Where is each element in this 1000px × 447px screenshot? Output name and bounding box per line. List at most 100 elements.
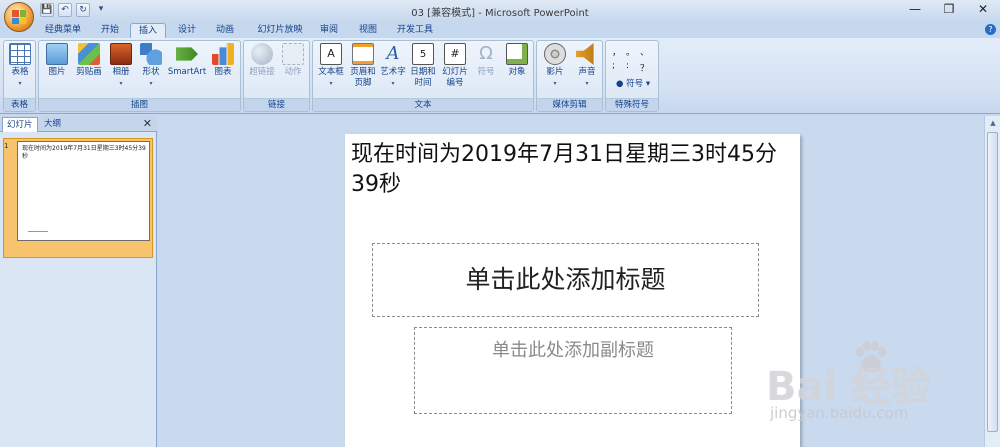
- dropdown-arrow-icon: ▾: [585, 80, 589, 87]
- wordart-icon: A: [386, 43, 400, 64]
- action-label: 动作: [284, 67, 302, 77]
- datetime-button[interactable]: 5 日期和 时间: [409, 43, 437, 89]
- ribbon: 表格 ▾ 表格 图片 剪贴画 相册 ▾ 形状 ▾ SmartArt 图表 插图 …: [0, 38, 1000, 114]
- movie-button[interactable]: 影片 ▾: [541, 43, 569, 89]
- picture-label: 图片: [48, 67, 66, 77]
- tab-slideshow[interactable]: 幻灯片放映: [252, 23, 308, 38]
- help-icon[interactable]: ?: [985, 24, 996, 35]
- smartart-label: SmartArt: [167, 67, 207, 77]
- chart-button[interactable]: 图表: [211, 43, 235, 78]
- chart-label: 图表: [214, 67, 232, 77]
- slide-number: 1: [4, 142, 9, 150]
- panel-close-icon[interactable]: ✕: [143, 117, 152, 130]
- window-controls: — ❐ ✕: [898, 0, 1000, 20]
- office-logo-icon: [12, 10, 26, 24]
- group-media: 影片 ▾ 声音 ▾ 媒体剪辑: [536, 40, 603, 112]
- group-links: 超链接 动作 链接: [243, 40, 310, 112]
- slide-body-text[interactable]: 现在时间为2019年7月31日星期三3时45分39秒: [351, 140, 781, 200]
- slide[interactable]: 现在时间为2019年7月31日星期三3时45分39秒 单击此处添加标题 单击此处…: [345, 134, 800, 447]
- object-icon: [506, 43, 528, 65]
- speaker-icon: [576, 43, 594, 65]
- header-footer-button[interactable]: 页眉和 页脚: [348, 43, 378, 89]
- close-button[interactable]: ✕: [966, 0, 1000, 20]
- picture-icon: [46, 43, 68, 65]
- wordart-label: 艺术字: [380, 67, 406, 77]
- tab-developer[interactable]: 开发工具: [388, 23, 442, 38]
- tab-outline[interactable]: 大纲: [40, 117, 65, 132]
- sound-button[interactable]: 声音 ▾: [573, 43, 601, 89]
- symbol-label: 符号: [477, 67, 495, 77]
- dropdown-arrow-icon: ▾: [18, 80, 22, 87]
- special-char-question[interactable]: ？: [640, 61, 654, 74]
- clipart-button[interactable]: 剪贴画: [74, 43, 104, 78]
- tab-classic-menu[interactable]: 经典菜单: [38, 23, 88, 38]
- table-icon: [9, 43, 31, 65]
- tab-review[interactable]: 审阅: [312, 23, 346, 38]
- office-button[interactable]: [4, 2, 34, 32]
- table-label: 表格: [11, 67, 29, 77]
- dropdown-arrow-icon: ▾: [149, 80, 153, 87]
- tab-home[interactable]: 开始: [90, 23, 130, 38]
- calendar-icon: 5: [412, 43, 434, 65]
- hyperlink-button[interactable]: 超链接: [248, 43, 276, 78]
- special-char-enum-comma[interactable]: 、: [640, 45, 654, 58]
- minimize-button[interactable]: —: [898, 0, 932, 20]
- group-special-symbols: ， 。 、 ; : ？ ● 符号 ▾ 特殊符号: [605, 40, 659, 112]
- scroll-up-icon[interactable]: ▲: [985, 116, 1000, 130]
- restore-button[interactable]: ❐: [932, 0, 966, 20]
- group-illustrations: 图片 剪贴画 相册 ▾ 形状 ▾ SmartArt 图表 插图: [38, 40, 241, 112]
- title-placeholder[interactable]: 单击此处添加标题: [372, 243, 759, 317]
- symbol-menu-label: 符号: [626, 79, 644, 89]
- tab-view[interactable]: 视图: [350, 23, 386, 38]
- sound-label: 声音: [578, 67, 596, 77]
- smartart-button[interactable]: SmartArt: [167, 43, 207, 78]
- picture-button[interactable]: 图片: [45, 43, 69, 78]
- album-button[interactable]: 相册 ▾: [109, 43, 133, 89]
- dropdown-arrow-icon: ▾: [553, 80, 557, 87]
- textbox-icon: A: [320, 43, 342, 65]
- clipart-icon: [78, 43, 100, 65]
- special-char-colon[interactable]: :: [626, 61, 640, 74]
- film-reel-icon: [544, 43, 566, 65]
- album-label: 相册: [112, 67, 130, 77]
- tab-animations[interactable]: 动画: [206, 23, 244, 38]
- subtitle-placeholder[interactable]: 单击此处添加副标题: [414, 327, 732, 414]
- datetime-label-2: 时间: [414, 78, 432, 88]
- action-button[interactable]: 动作: [280, 43, 306, 78]
- movie-label: 影片: [546, 67, 564, 77]
- textbox-button[interactable]: A 文本框 ▾: [316, 43, 346, 89]
- special-char-semicolon[interactable]: ;: [612, 61, 626, 74]
- header-footer-icon: [352, 43, 374, 65]
- shapes-icon: [140, 43, 162, 65]
- wordart-button[interactable]: A 艺术字 ▾: [379, 43, 407, 89]
- tab-slides[interactable]: 幻灯片: [2, 117, 38, 132]
- panel-tabs: 幻灯片 大纲 ✕: [0, 116, 157, 132]
- slide-thumbnail[interactable]: 现在时间为2019年7月31日星期三3时45分39秒: [17, 141, 150, 241]
- tab-design[interactable]: 设计: [168, 23, 206, 38]
- shapes-button[interactable]: 形状 ▾: [139, 43, 163, 89]
- slides-panel: 幻灯片 大纲 ✕ 1 现在时间为2019年7月31日星期三3时45分39秒: [0, 116, 157, 447]
- special-char-period[interactable]: 。: [626, 45, 640, 58]
- thumbnail-text: 现在时间为2019年7月31日星期三3时45分39秒: [22, 145, 146, 160]
- dropdown-arrow-icon: ▾: [391, 80, 395, 87]
- dropdown-arrow-icon: ▾: [119, 80, 123, 87]
- hyperlink-globe-icon: [251, 43, 273, 65]
- dropdown-arrow-icon: ▾: [645, 79, 651, 89]
- group-label-media: 媒体剪辑: [537, 98, 602, 111]
- dropdown-arrow-icon: ▾: [329, 80, 333, 87]
- object-button[interactable]: 对象: [503, 43, 531, 78]
- special-char-comma[interactable]: ，: [612, 45, 626, 58]
- special-char-grid: ， 。 、 ; : ？: [612, 45, 656, 74]
- slide-number-label-1: 幻灯片: [442, 67, 468, 77]
- group-label-special: 特殊符号: [606, 98, 658, 111]
- clipart-label: 剪贴画: [76, 67, 102, 77]
- tab-insert[interactable]: 插入: [130, 23, 166, 38]
- symbol-button[interactable]: Ω 符号: [473, 43, 499, 78]
- table-button[interactable]: 表格 ▾: [7, 43, 33, 89]
- slide-number-icon: #: [444, 43, 466, 65]
- group-label-text: 文本: [313, 98, 533, 111]
- object-label: 对象: [508, 67, 526, 77]
- symbol-menu-button[interactable]: ● 符号 ▾: [616, 79, 656, 90]
- group-text: A 文本框 ▾ 页眉和 页脚 A 艺术字 ▾ 5 日期和 时间 # 幻灯片 编号…: [312, 40, 534, 112]
- slide-number-button[interactable]: # 幻灯片 编号: [439, 43, 471, 89]
